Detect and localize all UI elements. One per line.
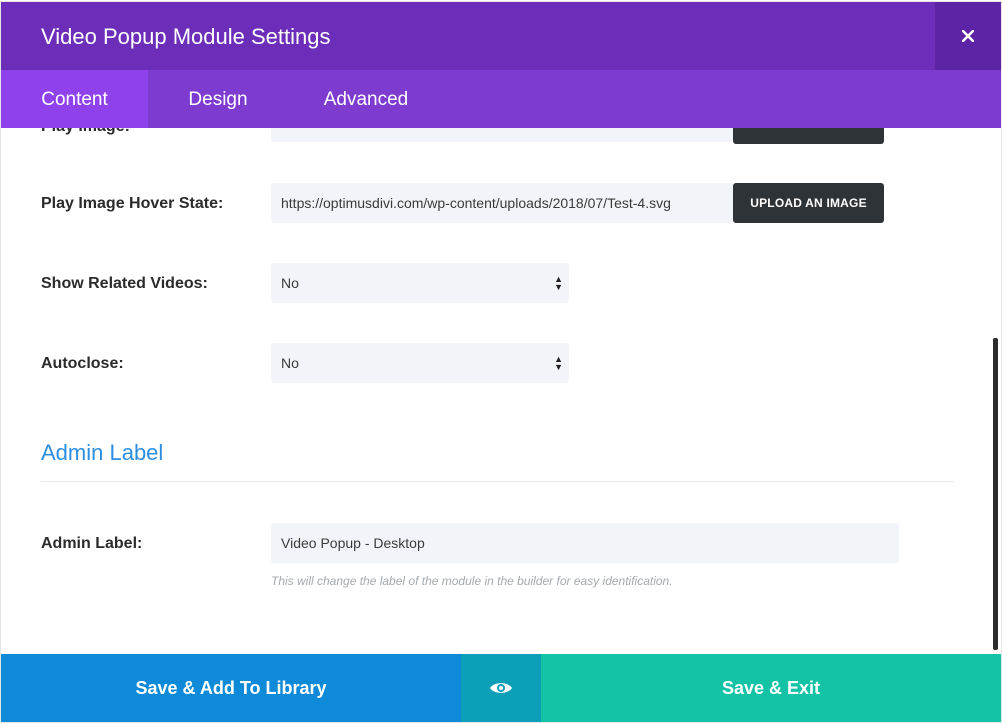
tab-design[interactable]: Design — [148, 70, 288, 128]
settings-content[interactable]: Play Image: Play Image Hover State: http… — [1, 128, 1001, 654]
module-settings-modal: Video Popup Module Settings Content Desi… — [1, 2, 1001, 722]
show-related-videos-value: No — [281, 275, 299, 291]
save-exit-button[interactable]: Save & Exit — [541, 654, 1001, 722]
autoclose-label: Autoclose: — [41, 355, 124, 372]
select-arrows-icon: ▲ ▼ — [554, 354, 563, 372]
play-image-hover-label: Play Image Hover State: — [41, 195, 224, 212]
play-image-input[interactable] — [271, 128, 733, 142]
tab-bar: Content Design Advanced — [1, 70, 1001, 128]
admin-label-label: Admin Label: — [41, 535, 143, 552]
play-image-upload-button[interactable] — [733, 128, 884, 144]
close-icon — [962, 30, 974, 42]
play-image-hover-input[interactable]: https://optimusdivi.com/wp-content/uploa… — [271, 183, 733, 223]
modal-title: Video Popup Module Settings — [41, 24, 331, 49]
upload-image-button[interactable]: UPLOAD AN IMAGE — [733, 183, 884, 223]
autoclose-value: No — [281, 355, 299, 371]
show-related-videos-label: Show Related Videos: — [41, 275, 208, 292]
admin-label-input[interactable]: Video Popup - Desktop — [271, 523, 899, 563]
play-image-label: Play Image: — [41, 128, 130, 136]
close-button[interactable] — [935, 2, 1001, 70]
show-related-videos-select[interactable]: No ▲ ▼ — [271, 263, 569, 303]
autoclose-select[interactable]: No ▲ ▼ — [271, 343, 569, 383]
save-add-to-library-button[interactable]: Save & Add To Library — [1, 654, 461, 722]
tab-content[interactable]: Content — [1, 70, 148, 128]
scrollbar-thumb[interactable] — [993, 338, 998, 650]
modal-header: Video Popup Module Settings — [1, 2, 1001, 70]
tab-advanced[interactable]: Advanced — [288, 70, 444, 128]
eye-icon — [490, 683, 512, 693]
modal-footer: Save & Add To Library Save & Exit — [1, 654, 1001, 722]
select-arrows-icon: ▲ ▼ — [554, 274, 563, 292]
preview-button[interactable] — [461, 654, 541, 722]
admin-label-help-text: This will change the label of the module… — [271, 574, 673, 588]
admin-label-section-title[interactable]: Admin Label — [41, 440, 163, 466]
section-divider — [41, 481, 954, 482]
